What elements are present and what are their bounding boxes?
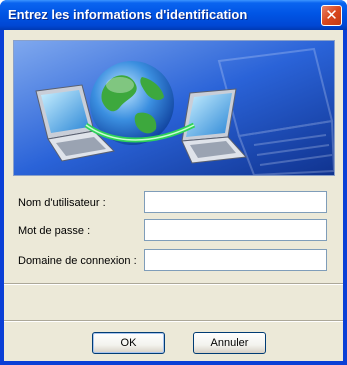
title-bar[interactable]: Entrez les informations d'identification… — [0, 0, 347, 30]
close-icon: ✕ — [325, 6, 338, 24]
dialog-body: Nom d'utilisateur : Mot de passe : Domai… — [4, 30, 343, 361]
domain-label: Domaine de connexion : — [18, 255, 137, 267]
separator-line — [4, 283, 343, 285]
network-banner — [13, 40, 335, 176]
domain-field[interactable] — [144, 249, 327, 271]
username-field[interactable] — [144, 191, 327, 213]
ok-button[interactable]: OK — [92, 332, 165, 354]
password-field[interactable] — [144, 219, 327, 241]
password-label: Mot de passe : — [18, 225, 91, 237]
cancel-button[interactable]: Annuler — [193, 332, 266, 354]
network-illustration — [14, 41, 334, 175]
username-label: Nom d'utilisateur : — [18, 197, 106, 209]
close-button[interactable]: ✕ — [321, 5, 342, 26]
credentials-dialog: Entrez les informations d'identification… — [0, 0, 347, 365]
footer-separator — [4, 320, 343, 322]
window-title: Entrez les informations d'identification — [8, 7, 248, 22]
